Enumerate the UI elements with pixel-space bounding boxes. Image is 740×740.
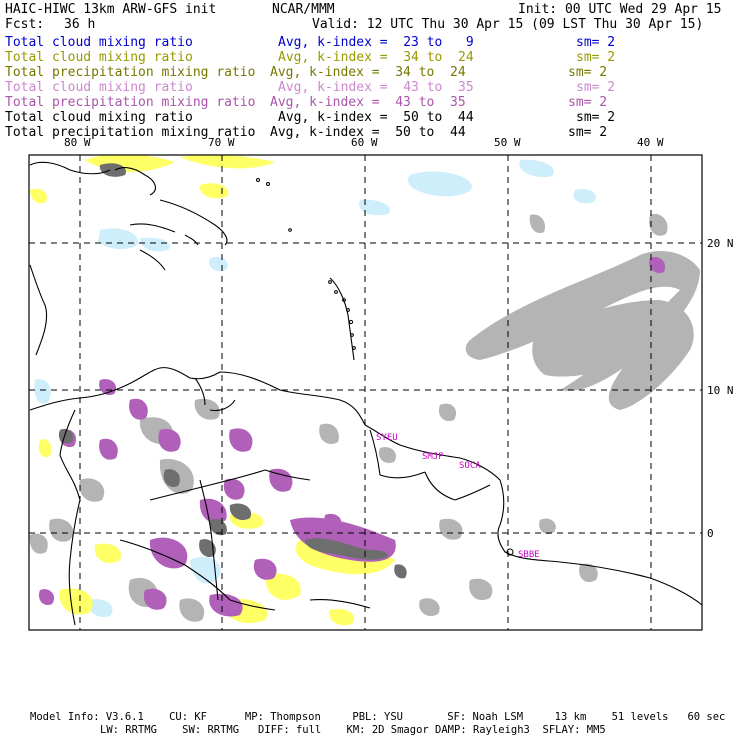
forecast-hours: 36 h — [64, 17, 96, 32]
lon-label: 60 W — [351, 136, 378, 149]
lon-label: 70 W — [208, 136, 235, 149]
legend-sm: sm= 2 — [576, 35, 616, 50]
legend-sm: sm= 2 — [576, 80, 616, 95]
lon-label: 80 W — [64, 136, 91, 149]
station-label: SMJP — [422, 452, 444, 462]
legend-field: Total cloud mixing ratio — [5, 110, 193, 125]
station-label: SYEU — [376, 433, 398, 443]
legend-sm: sm= 2 — [576, 50, 616, 65]
legend-avg: Avg, k-index = 34 to 24 — [270, 65, 466, 80]
legend-sm: sm= 2 — [568, 65, 608, 80]
init-time: Init: 00 UTC Wed 29 Apr 15 — [518, 2, 722, 17]
legend-sm: sm= 2 — [568, 95, 608, 110]
lat-label: 0 — [707, 527, 714, 540]
model-info-line2: LW: RRTMG SW: RRTMG DIFF: full KM: 2D Sm… — [100, 724, 606, 736]
legend-field: Total cloud mixing ratio — [5, 35, 193, 50]
legend-avg: Avg, k-index = 34 to 24 — [278, 50, 474, 65]
lat-label: 10 N — [707, 384, 734, 397]
model-info-line1: Model Info: V3.6.1 CU: KF MP: Thompson P… — [30, 711, 726, 723]
legend-avg: Avg, k-index = 43 to 35 — [278, 80, 474, 95]
legend-avg: Avg, k-index = 43 to 35 — [270, 95, 466, 110]
legend-field: Total precipitation mixing ratio — [5, 65, 256, 80]
legend-field: Total precipitation mixing ratio — [5, 95, 256, 110]
lat-label: 20 N — [707, 237, 734, 250]
forecast-label: Fcst: — [5, 17, 45, 32]
legend-avg: Avg, k-index = 23 to 9 — [278, 35, 474, 50]
model-title: HAIC-HIWC 13km ARW-GFS init — [5, 2, 217, 17]
lon-label: 40 W — [637, 136, 664, 149]
center-label: NCAR/MMM — [272, 2, 335, 17]
legend-avg: Avg, k-index = 50 to 44 — [278, 110, 474, 125]
legend-sm: sm= 2 — [568, 125, 608, 140]
islands — [256, 178, 514, 556]
valid-time: Valid: 12 UTC Thu 30 Apr 15 (09 LST Thu … — [312, 17, 704, 32]
legend-field: Total cloud mixing ratio — [5, 50, 193, 65]
legend-field: Total cloud mixing ratio — [5, 80, 193, 95]
station-label: SBBE — [518, 550, 540, 560]
lon-label: 50 W — [494, 136, 521, 149]
legend-sm: sm= 2 — [576, 110, 616, 125]
station-label: SOCA — [459, 461, 481, 471]
